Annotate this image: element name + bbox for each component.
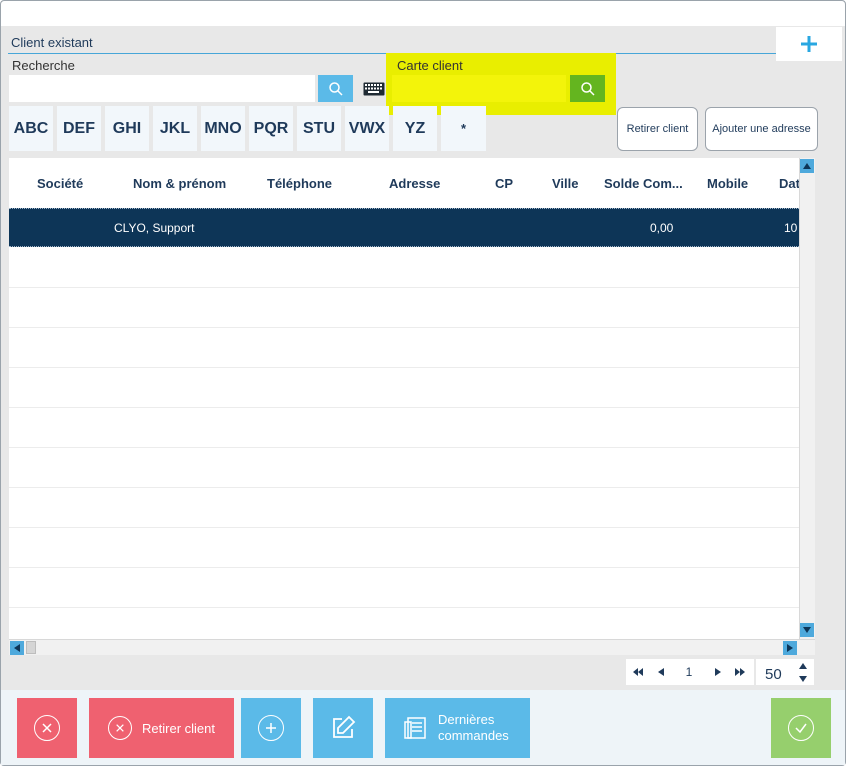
column-header-solde[interactable]: Solde Com... xyxy=(604,176,683,191)
alpha-filter-def[interactable]: DEF xyxy=(57,106,101,151)
alpha-filter-pqr[interactable]: PQR xyxy=(249,106,293,151)
card-label: Carte client xyxy=(397,58,463,73)
row-divider xyxy=(9,527,799,528)
scroll-left-button[interactable] xyxy=(10,641,24,655)
edit-icon xyxy=(333,715,356,738)
search-input[interactable] xyxy=(9,75,315,102)
row-divider xyxy=(9,607,799,608)
last-orders-label: Dernières commandes xyxy=(438,712,509,744)
search-icon xyxy=(580,81,595,96)
previous-page-button[interactable] xyxy=(653,664,669,680)
remove-client-label: Retirer client xyxy=(142,720,215,736)
arrow-up-icon xyxy=(803,163,811,169)
close-circle-icon xyxy=(108,716,133,740)
arrow-down-icon xyxy=(803,627,811,633)
page-size-stepper[interactable]: 50 xyxy=(756,659,814,685)
pagination: 1 xyxy=(626,659,754,685)
dialog-titlebar xyxy=(1,1,845,26)
alpha-filter-jkl[interactable]: JKL xyxy=(153,106,197,151)
row-divider xyxy=(9,487,799,488)
column-header-adresse[interactable]: Adresse xyxy=(389,176,440,191)
scroll-down-button[interactable] xyxy=(800,623,814,637)
search-icon xyxy=(328,81,343,96)
last-page-button[interactable] xyxy=(732,664,748,680)
row-divider xyxy=(9,567,799,568)
search-button[interactable] xyxy=(318,75,353,102)
remove-client-top-button[interactable]: Retirer client xyxy=(617,107,698,151)
chevron-down-icon[interactable] xyxy=(799,676,807,682)
column-header-cp[interactable]: CP xyxy=(495,176,513,191)
add-address-button[interactable]: Ajouter une adresse xyxy=(705,107,818,151)
section-title: Client existant xyxy=(11,35,93,50)
client-table: Société Nom & prénom Téléphone Adresse C… xyxy=(9,158,799,639)
check-circle-icon xyxy=(788,715,814,741)
double-chevron-left-icon xyxy=(633,668,643,676)
alpha-filter-abc[interactable]: ABC xyxy=(9,106,53,151)
current-page[interactable]: 1 xyxy=(682,665,696,679)
table-header: Société Nom & prénom Téléphone Adresse C… xyxy=(9,158,799,208)
new-client-button[interactable] xyxy=(776,27,842,61)
column-header-ville[interactable]: Ville xyxy=(552,176,579,191)
keyboard-icon[interactable] xyxy=(363,82,385,96)
column-header-mobile[interactable]: Mobile xyxy=(707,176,748,191)
horizontal-scroll-thumb[interactable] xyxy=(26,641,36,654)
row-divider xyxy=(9,407,799,408)
cell-date: 10 xyxy=(784,221,798,235)
page-size-value[interactable]: 50 xyxy=(765,666,782,683)
row-divider xyxy=(9,447,799,448)
cell-solde: 0,00 xyxy=(650,221,674,235)
column-header-nom[interactable]: Nom & prénom xyxy=(133,176,226,191)
close-circle-icon xyxy=(34,715,60,741)
search-label: Recherche xyxy=(12,58,75,73)
column-header-societe[interactable]: Société xyxy=(37,176,83,191)
alpha-filter-ghi[interactable]: GHI xyxy=(105,106,149,151)
last-orders-button[interactable]: Dernières commandes xyxy=(385,698,530,758)
alpha-filter-all[interactable]: * xyxy=(441,106,486,151)
alpha-filter-vwx[interactable]: VWX xyxy=(345,106,389,151)
scroll-up-button[interactable] xyxy=(800,159,814,173)
last-orders-label-line1: Dernières xyxy=(438,712,495,727)
alpha-filter-yz[interactable]: YZ xyxy=(393,106,437,151)
column-header-date[interactable]: Dat xyxy=(779,176,799,191)
edit-button[interactable] xyxy=(313,698,373,758)
row-divider xyxy=(9,287,799,288)
remove-client-button[interactable]: Retirer client xyxy=(89,698,234,758)
column-header-telephone[interactable]: Téléphone xyxy=(267,176,332,191)
chevron-up-icon[interactable] xyxy=(799,663,807,669)
card-input[interactable] xyxy=(392,75,566,102)
horizontal-scrollbar[interactable] xyxy=(9,639,815,655)
row-divider xyxy=(9,327,799,328)
vertical-scrollbar[interactable] xyxy=(799,158,815,639)
arrow-left-icon xyxy=(14,644,20,652)
add-circle-icon xyxy=(258,715,284,741)
last-orders-label-line2: commandes xyxy=(438,728,509,743)
chevron-right-icon xyxy=(715,668,721,676)
scroll-right-button[interactable] xyxy=(783,641,797,655)
close-button[interactable] xyxy=(17,698,77,758)
row-divider xyxy=(9,367,799,368)
alpha-filter-mno[interactable]: MNO xyxy=(201,106,245,151)
double-chevron-right-icon xyxy=(735,668,745,676)
next-page-button[interactable] xyxy=(710,664,726,680)
first-page-button[interactable] xyxy=(630,664,646,680)
validate-button[interactable] xyxy=(771,698,831,758)
table-row[interactable]: CLYO, Support 0,00 10 xyxy=(9,208,799,247)
plus-icon xyxy=(801,36,817,52)
orders-icon xyxy=(404,717,426,739)
card-search-button[interactable] xyxy=(570,75,605,102)
add-button[interactable] xyxy=(241,698,301,758)
alpha-filter-stu[interactable]: STU xyxy=(297,106,341,151)
arrow-right-icon xyxy=(787,644,793,652)
chevron-left-icon xyxy=(658,668,664,676)
cell-nom: CLYO, Support xyxy=(114,221,195,235)
